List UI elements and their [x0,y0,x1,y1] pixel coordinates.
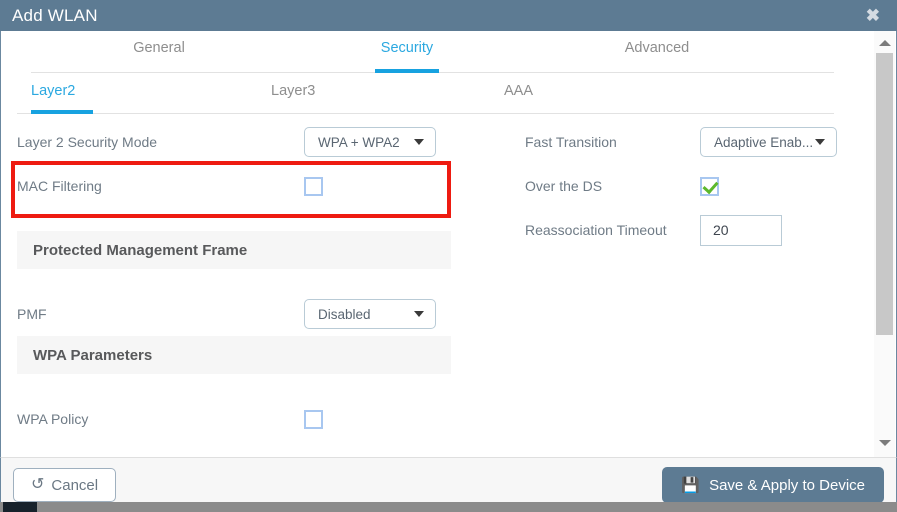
fast-transition-label: Fast Transition [525,134,617,150]
tab-layer2[interactable]: Layer2 [31,83,151,114]
security-form: Layer 2 Security Mode WPA + WPA2 MAC Fil… [1,114,874,441]
tab-aaa[interactable]: AAA [504,83,624,113]
vertical-scrollbar-thumb[interactable] [876,53,893,335]
chevron-down-icon [414,139,424,145]
horizontal-scrollbar[interactable] [0,502,897,512]
scroll-down-arrow-icon[interactable] [874,435,895,451]
row-fast-transition: Fast Transition Adaptive Enab... [525,120,856,164]
reassociation-timeout-label: Reassociation Timeout [525,222,667,238]
wpa-policy-label: WPA Policy [17,411,89,427]
dialog-body: General Security Advanced Layer2 Layer3 … [0,31,897,457]
floppy-disk-icon: 💾 [681,477,701,494]
chevron-down-icon [815,139,825,145]
reassociation-timeout-input[interactable] [700,214,782,246]
pmf-label: PMF [17,306,47,322]
cancel-button-label: Cancel [51,476,99,494]
mac-filtering-label: MAC Filtering [17,178,102,194]
form-column-left: Layer 2 Security Mode WPA + WPA2 MAC Fil… [1,120,501,441]
fast-transition-select[interactable]: Adaptive Enab... [700,127,837,157]
row-reassociation-timeout: Reassociation Timeout [525,208,856,252]
dialog-scroll-area: General Security Advanced Layer2 Layer3 … [1,31,874,457]
secondary-tab-bar: Layer2 Layer3 AAA [17,83,834,114]
layer2-security-mode-value: WPA + WPA2 [318,134,400,150]
form-column-right: Fast Transition Adaptive Enab... Over th… [501,120,856,441]
horizontal-scrollbar-thumb[interactable] [3,502,37,512]
row-over-the-ds: Over the DS [525,164,856,208]
fast-transition-value: Adaptive Enab... [714,134,814,150]
layer2-security-mode-select[interactable]: WPA + WPA2 [304,127,436,157]
tab-layer3[interactable]: Layer3 [271,83,391,113]
chevron-down-icon [414,311,424,317]
dialog-titlebar: Add WLAN ✖ [0,0,897,31]
add-wlan-dialog: Add WLAN ✖ General Security Advanced Lay… [0,0,897,512]
row-pmf: PMF Disabled [17,292,501,336]
row-mac-filtering: MAC Filtering [17,164,501,208]
cancel-button[interactable]: ↺ Cancel [13,468,117,502]
save-button-label: Save & Apply to Device [709,476,865,494]
section-header-protected-management-frame: Protected Management Frame [17,231,451,269]
scroll-up-arrow-icon[interactable] [874,35,895,51]
section-header-wpa-parameters: WPA Parameters [17,336,451,374]
dialog-title: Add WLAN [12,5,98,25]
mac-filtering-checkbox[interactable] [304,176,323,196]
row-layer2-security-mode: Layer 2 Security Mode WPA + WPA2 [17,120,501,164]
wpa-policy-checkbox[interactable] [304,409,323,429]
close-icon[interactable]: ✖ [863,5,883,26]
undo-arrow-icon: ↺ [31,476,45,493]
over-the-ds-checkbox[interactable] [700,176,719,196]
tab-security[interactable]: Security [307,40,507,72]
pmf-select[interactable]: Disabled [304,299,436,329]
over-the-ds-label: Over the DS [525,178,603,194]
pmf-value: Disabled [318,306,371,322]
primary-tab-bar: General Security Advanced [31,40,834,73]
save-and-apply-button[interactable]: 💾 Save & Apply to Device [662,467,884,503]
tab-general[interactable]: General [59,40,259,72]
tab-advanced[interactable]: Advanced [557,40,757,72]
row-wpa-policy: WPA Policy [17,397,501,441]
layer2-security-mode-label: Layer 2 Security Mode [17,134,158,150]
vertical-scrollbar[interactable] [873,31,895,457]
